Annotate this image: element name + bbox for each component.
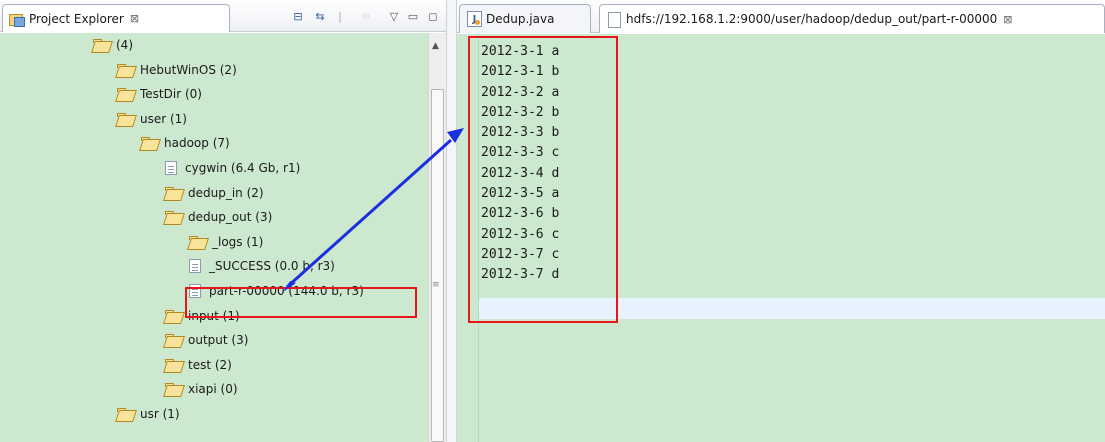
tree-item-label: usr (1) (140, 407, 180, 421)
folder-icon (165, 358, 182, 371)
minimize-icon[interactable]: ▭ (405, 9, 421, 23)
close-icon[interactable]: ⊠ (130, 12, 139, 25)
tree-item[interactable]: test (2) (165, 353, 232, 377)
tree-item-label: TestDir (0) (140, 87, 202, 102)
project-explorer-panel: Project Explorer ⊠ ⊟ ⇆ | ⁘ ▽ ▭ ◻ (4) Hebu… (0, 0, 452, 442)
collapse-all-icon[interactable]: ⊟ (290, 9, 306, 23)
folder-icon (189, 235, 206, 248)
project-explorer-icon (9, 12, 25, 27)
folder-icon (117, 408, 134, 420)
code-line: 2012-3-7 c (481, 246, 560, 262)
tree-item-label: input (1) (188, 308, 240, 323)
project-tree: (4) HebutWinOS (2) TestDir (0) user (1) hado… (0, 33, 428, 442)
editor-tabbar: Dedup.java hdfs://192.168.1.2:9000/user/… (457, 0, 1105, 33)
tab-project-explorer[interactable]: Project Explorer ⊠ (2, 4, 230, 32)
view-menu-icon[interactable]: ▽ (386, 9, 402, 23)
tree-item-label: cygwin (6.4 Gb, r1) (185, 161, 301, 175)
code-line: 2012-3-6 c (481, 226, 560, 242)
tree-item-label: dedup_in (2) (188, 185, 264, 200)
folder-icon (117, 112, 134, 125)
scrollbar-grip-icon: ≡ (432, 280, 440, 290)
code-line: 2012-3-6 b (481, 206, 560, 222)
link-with-editor-icon[interactable]: ⇆ (312, 9, 328, 23)
project-explorer-tab-label: Project Explorer (29, 11, 124, 26)
folder-icon (165, 186, 182, 199)
code-line: 2012-3-5 a (481, 186, 560, 202)
code-line: 2012-3-3 c (481, 145, 560, 161)
tree-item[interactable]: input (1) (165, 304, 240, 328)
tree-item-label: hadoop (7) (164, 136, 230, 151)
folder-icon (165, 309, 182, 322)
folder-icon (165, 383, 182, 395)
project-explorer-tabbar: Project Explorer ⊠ ⊟ ⇆ | ⁘ ▽ ▭ ◻ (0, 0, 452, 32)
code-line: 2012-3-2 a (481, 84, 560, 100)
java-file-icon (466, 11, 482, 27)
folder-icon (117, 88, 134, 100)
tree-item[interactable]: user (1) (117, 107, 187, 131)
close-icon[interactable]: ⊠ (1003, 13, 1012, 26)
tree-item-label: dedup_out (3) (188, 210, 273, 225)
editor-panel: Dedup.java hdfs://192.168.1.2:9000/user/… (457, 0, 1105, 442)
folder-icon (165, 334, 182, 346)
tab-hdfs-part-file[interactable]: hdfs://192.168.1.2:9000/user/hadoop/dedu… (599, 4, 1105, 33)
maximize-icon[interactable]: ◻ (425, 9, 441, 23)
code-line: 2012-3-3 b (481, 125, 560, 141)
code-line: 2012-3-7 d (481, 267, 560, 283)
file-icon (165, 161, 177, 175)
code-line: 2012-3-1 b (481, 64, 560, 80)
tree-item[interactable]: HebutWinOS (2) (117, 58, 237, 82)
tree-item[interactable]: _logs (1) (189, 230, 263, 254)
folder-icon (93, 39, 110, 51)
file-icon (189, 259, 201, 274)
filter-icon[interactable]: ⁘ (358, 9, 374, 23)
scroll-up-icon[interactable]: ▲ (432, 41, 439, 51)
tree-item[interactable]: dedup_out (3) (165, 205, 272, 229)
tree-item-label: xiapi (0) (188, 382, 238, 397)
tab-label: hdfs://192.168.1.2:9000/user/hadoop/dedu… (626, 12, 998, 26)
tree-scrollbar[interactable]: ▲ ≡ (428, 33, 446, 442)
tree-item-label: _SUCCESS (0.0 b, r3) (209, 259, 335, 274)
tree-item-label: user (1) (140, 111, 187, 126)
tree-item[interactable]: cygwin (6.4 Gb, r1) (165, 156, 300, 180)
separator-icon: | (338, 9, 342, 23)
file-icon (189, 284, 201, 298)
tree-item-label: output (3) (188, 333, 249, 348)
panel-splitter[interactable] (446, 0, 457, 442)
code-line: 2012-3-2 b (481, 104, 560, 120)
tab-label: Dedup.java (486, 12, 555, 26)
editor-content[interactable]: 2012-3-1 a 2012-3-1 b 2012-3-2 a 2012-3-2 b… (481, 42, 559, 286)
folder-icon (165, 211, 182, 223)
tree-item[interactable]: _SUCCESS (0.0 b, r3) (189, 254, 335, 278)
editor-gutter (457, 34, 479, 442)
code-line: 2012-3-1 a (481, 44, 560, 59)
tree-item[interactable]: (4) (93, 33, 133, 57)
code-line: 2012-3-4 d (481, 165, 560, 181)
tree-item[interactable]: xiapi (0) (165, 377, 238, 401)
tab-dedup-java[interactable]: Dedup.java (459, 4, 591, 33)
tree-item[interactable]: usr (1) (117, 402, 180, 426)
tree-item[interactable]: dedup_in (2) (165, 181, 264, 205)
current-line-highlight (479, 298, 1105, 319)
tree-item-label: _logs (1) (212, 234, 264, 249)
tree-item[interactable]: part-r-00000 (144.0 b, r3) (189, 279, 364, 303)
tree-item[interactable]: TestDir (0) (117, 82, 202, 106)
tree-item[interactable]: output (3) (165, 328, 248, 352)
text-editor[interactable]: 2012-3-1 a 2012-3-1 b 2012-3-2 a 2012-3-2 b… (457, 34, 1105, 442)
tree-item-label: test (2) (188, 357, 232, 372)
folder-icon (117, 63, 134, 76)
folder-icon (141, 137, 158, 149)
document-icon (606, 12, 622, 28)
tree-item-label: part-r-00000 (144.0 b, r3) (209, 284, 364, 298)
tree-item-label: (4) (116, 38, 133, 52)
scrollbar-thumb[interactable] (431, 89, 444, 442)
tree-item[interactable]: hadoop (7) (141, 131, 230, 155)
tree-item-label: HebutWinOS (2) (140, 62, 237, 77)
